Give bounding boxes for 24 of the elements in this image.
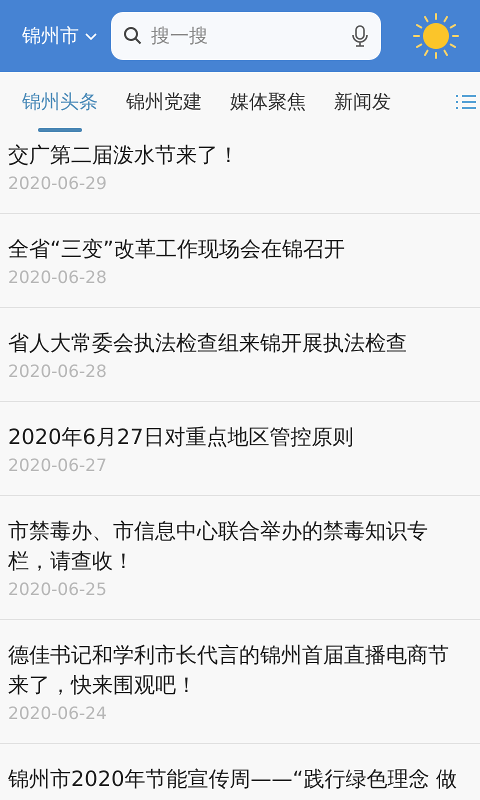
article-title[interactable]: 2020年6月27日对重点地区管控原则 (8, 422, 468, 452)
article-date: 2020-06-28 (8, 267, 108, 290)
article-title[interactable]: 德佳书记和学利市长代言的锦州首届直播电商节来了，快来围观吧！ (8, 640, 468, 700)
category-tab[interactable]: 新闻发 (334, 72, 391, 132)
article-title[interactable]: 交广第二届泼水节来了！ (8, 140, 468, 170)
active-tab-underline (38, 128, 82, 132)
article-date: 2020-06-24 (8, 703, 108, 726)
category-tab[interactable]: 锦州党建 (126, 72, 202, 132)
article-title[interactable]: 省人大常委会执法检查组来锦开展执法检查 (8, 328, 468, 358)
category-tab[interactable]: 锦州头条 (22, 72, 98, 132)
article-date: 2020-06-27 (8, 455, 108, 478)
search-field[interactable]: 搜一搜 (111, 12, 381, 60)
category-tab[interactable]: 媒体聚焦 (230, 72, 306, 132)
search-input[interactable]: 搜一搜 (151, 22, 343, 50)
article-title[interactable]: 市禁毒办、市信息中心联合举办的禁毒知识专栏，请查收！ (8, 516, 468, 576)
article-title[interactable]: 全省“三变”改革工作现场会在锦召开 (8, 234, 468, 264)
article-date: 2020-06-25 (8, 579, 108, 602)
article-title[interactable]: 锦州市2020年节能宣传周——“践行绿色理念 做 (8, 764, 468, 794)
microphone-icon[interactable] (351, 24, 369, 48)
article-date: 2020-06-28 (8, 361, 108, 384)
search-icon (123, 26, 143, 46)
article-date: 2020-06-29 (8, 173, 108, 196)
sun-icon[interactable] (412, 12, 460, 60)
city-selector[interactable]: 锦州市 (22, 22, 99, 50)
